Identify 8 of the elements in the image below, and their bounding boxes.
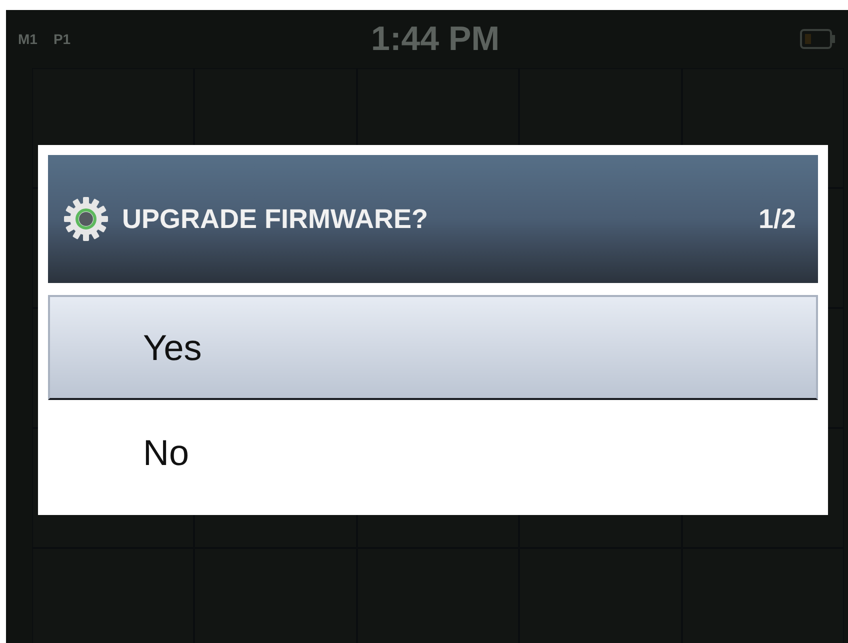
dialog-title: UPGRADE FIRMWARE? bbox=[122, 202, 429, 236]
option-item[interactable]: Yes bbox=[48, 295, 818, 400]
status-indicator: M1 bbox=[18, 30, 38, 49]
status-indicator: P1 bbox=[53, 30, 71, 49]
battery-icon bbox=[800, 29, 836, 49]
gear-icon bbox=[62, 195, 110, 243]
clock-time: 1:44 PM bbox=[371, 18, 500, 60]
page-indicator: 1/2 bbox=[758, 202, 796, 236]
